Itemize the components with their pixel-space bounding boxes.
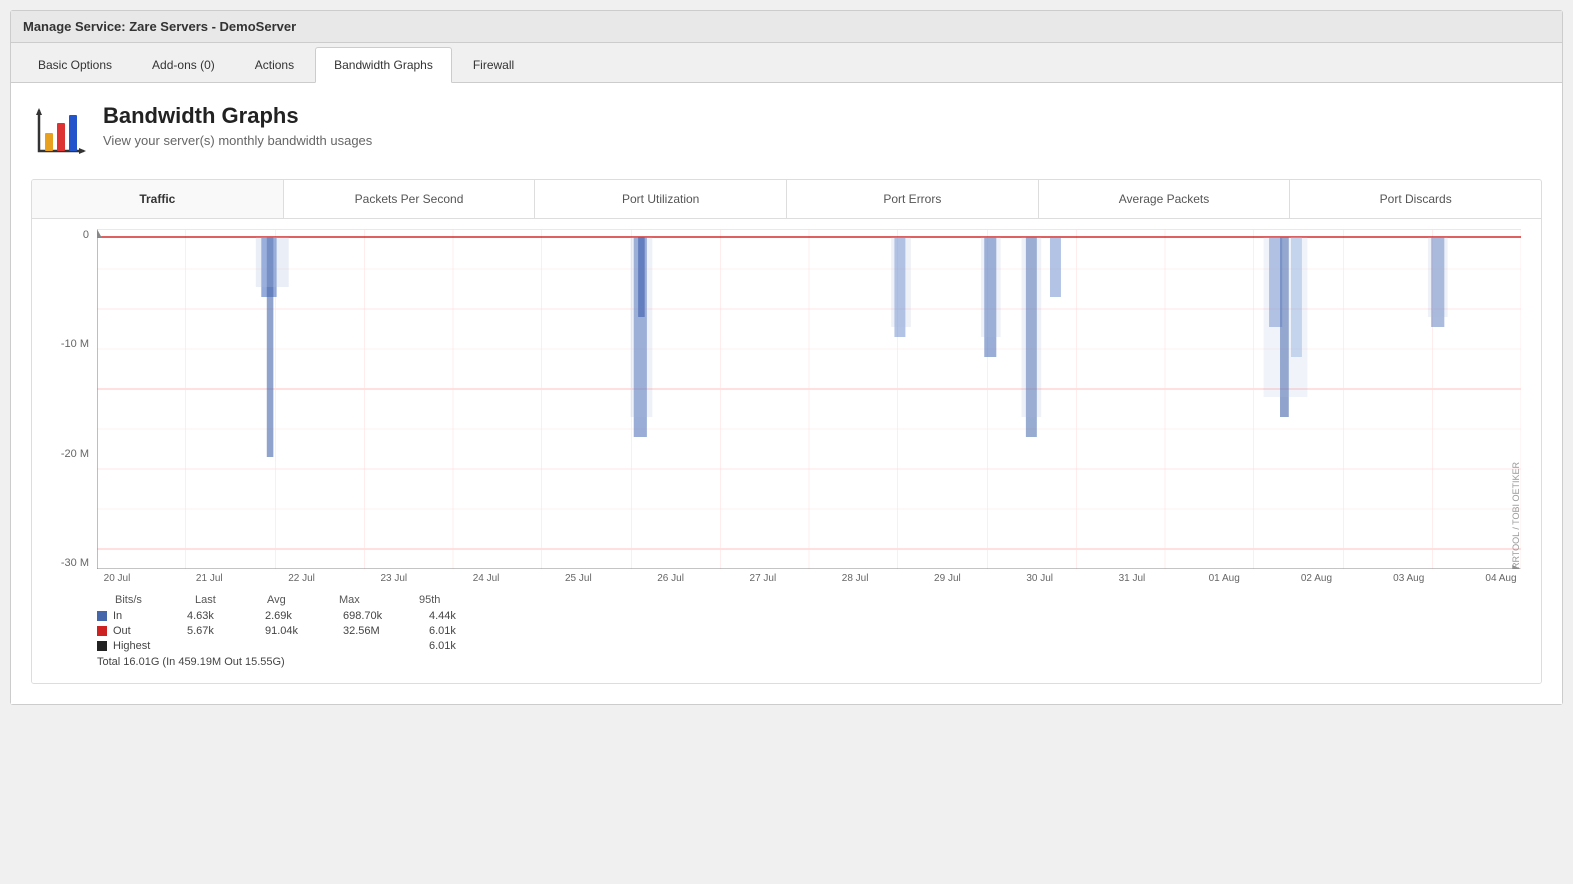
page-subtitle: View your server(s) monthly bandwidth us… [103, 133, 372, 148]
graph-wrapper: 0 -10 M -20 M -30 M [42, 229, 1521, 569]
chart-legend: Bits/s Last Avg Max 95th In 4.63k 2.69k … [42, 584, 1521, 673]
y-label-0: 0 [83, 229, 89, 241]
legend-in-last: 4.63k [187, 610, 259, 622]
chart-tab-avg-packets[interactable]: Average Packets [1039, 180, 1291, 218]
x-axis: 20 Jul 21 Jul 22 Jul 23 Jul 24 Jul 25 Ju… [42, 573, 1521, 584]
tab-basic-options[interactable]: Basic Options [19, 47, 131, 82]
main-tabs: Basic Options Add-ons (0) Actions Bandwi… [11, 43, 1562, 83]
legend-header-avg: Avg [267, 594, 339, 606]
legend-out-box [97, 626, 107, 636]
legend-in-p95: 4.44k [429, 610, 489, 622]
legend-row-out: Out 5.67k 91.04k 32.56M 6.01k [97, 625, 1521, 637]
legend-total: Total 16.01G (In 459.19M Out 15.55G) [97, 656, 1521, 668]
x-label-8: 28 Jul [835, 573, 875, 584]
page-content: Bandwidth Graphs View your server(s) mon… [11, 83, 1562, 704]
x-label-4: 24 Jul [466, 573, 506, 584]
y-label-1: -10 M [61, 338, 89, 350]
legend-in-label: In [113, 610, 181, 622]
legend-out-max: 32.56M [343, 625, 423, 637]
legend-header-bits: Bits/s [115, 594, 195, 606]
tab-add-ons[interactable]: Add-ons (0) [133, 47, 234, 82]
legend-header-max: Max [339, 594, 419, 606]
y-label-3: -30 M [61, 557, 89, 569]
y-axis: 0 -10 M -20 M -30 M [42, 229, 97, 569]
legend-highest-label: Highest [113, 640, 181, 652]
tab-actions[interactable]: Actions [236, 47, 313, 82]
legend-row-highest: Highest 6.01k [97, 640, 1521, 652]
chart-tab-traffic[interactable]: Traffic [32, 180, 284, 218]
window-title: Manage Service: Zare Servers - DemoServe… [23, 19, 296, 34]
x-label-1: 21 Jul [189, 573, 229, 584]
chart-tabs: Traffic Packets Per Second Port Utilizat… [32, 180, 1541, 219]
legend-out-label: Out [113, 625, 181, 637]
chart-tab-port-util[interactable]: Port Utilization [535, 180, 787, 218]
legend-in-avg: 2.69k [265, 610, 337, 622]
main-window: Manage Service: Zare Servers - DemoServe… [10, 10, 1563, 705]
x-label-5: 25 Jul [558, 573, 598, 584]
legend-highest-p95: 6.01k [429, 640, 489, 652]
legend-header-95th: 95th [419, 594, 479, 606]
chart-tab-pps[interactable]: Packets Per Second [284, 180, 536, 218]
x-label-7: 27 Jul [743, 573, 783, 584]
legend-out-p95: 6.01k [429, 625, 489, 637]
chart-tab-port-discards[interactable]: Port Discards [1290, 180, 1541, 218]
x-label-13: 02 Aug [1296, 573, 1336, 584]
tab-firewall[interactable]: Firewall [454, 47, 533, 82]
x-label-2: 22 Jul [282, 573, 322, 584]
x-label-9: 29 Jul [927, 573, 967, 584]
legend-in-max: 698.70k [343, 610, 423, 622]
header-text: Bandwidth Graphs View your server(s) mon… [103, 103, 372, 148]
x-label-10: 30 Jul [1020, 573, 1060, 584]
chart-tab-port-errors[interactable]: Port Errors [787, 180, 1039, 218]
x-label-3: 23 Jul [374, 573, 414, 584]
x-label-11: 31 Jul [1112, 573, 1152, 584]
legend-out-avg: 91.04k [265, 625, 337, 637]
chart-rotated-label: RRTOOL / TOBI OETIKER [1511, 229, 1521, 569]
page-title: Bandwidth Graphs [103, 103, 372, 129]
x-label-15: 04 Aug [1481, 573, 1521, 584]
chart-area: 0 -10 M -20 M -30 M [32, 219, 1541, 683]
page-header: Bandwidth Graphs View your server(s) mon… [31, 103, 1542, 159]
traffic-chart-svg [97, 229, 1521, 569]
x-label-6: 26 Jul [651, 573, 691, 584]
graph-body: RRTOOL / TOBI OETIKER [97, 229, 1521, 569]
title-bar: Manage Service: Zare Servers - DemoServe… [11, 11, 1562, 43]
x-label-12: 01 Aug [1204, 573, 1244, 584]
bandwidth-icon [31, 103, 87, 159]
x-label-0: 20 Jul [97, 573, 137, 584]
legend-header-last: Last [195, 594, 267, 606]
x-label-14: 03 Aug [1389, 573, 1429, 584]
y-label-2: -20 M [61, 448, 89, 460]
legend-row-in: In 4.63k 2.69k 698.70k 4.44k [97, 610, 1521, 622]
tab-bandwidth-graphs[interactable]: Bandwidth Graphs [315, 47, 452, 83]
legend-highest-box [97, 641, 107, 651]
legend-out-last: 5.67k [187, 625, 259, 637]
legend-in-box [97, 611, 107, 621]
chart-container: Traffic Packets Per Second Port Utilizat… [31, 179, 1542, 684]
